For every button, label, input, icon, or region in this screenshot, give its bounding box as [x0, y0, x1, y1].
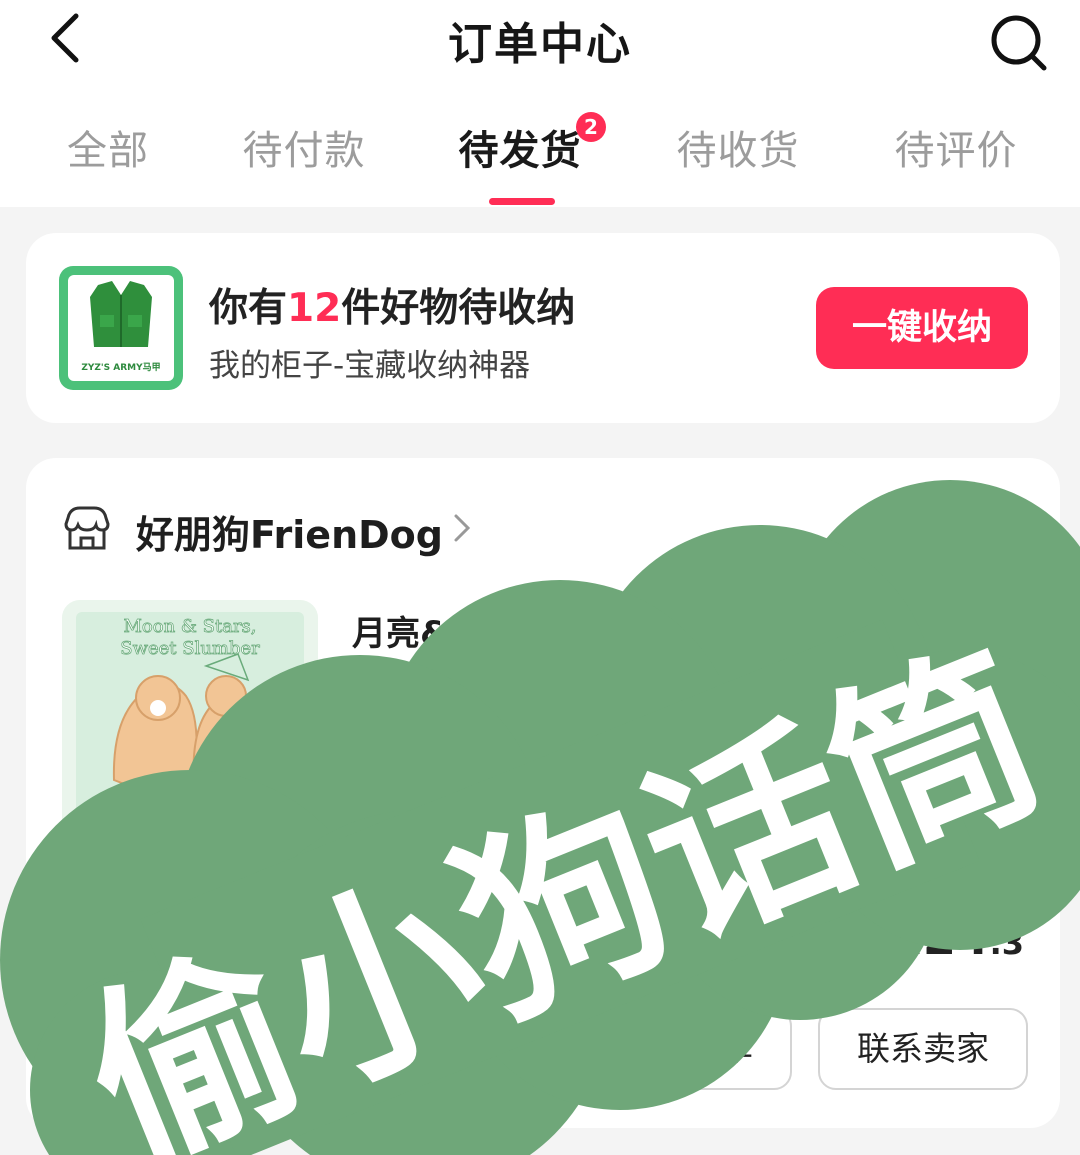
tab-label: 待评价: [894, 128, 1018, 174]
active-tab-indicator: [489, 198, 555, 205]
tab-pending-receipt[interactable]: 待收货: [648, 118, 828, 176]
search-icon[interactable]: [986, 12, 1050, 72]
page-title: 订单中心: [448, 19, 632, 70]
promo-thumb-label: ZYZ'S ARMY马甲: [81, 363, 161, 373]
tab-label: 待发货: [458, 128, 582, 174]
currency-symbol: ¥: [868, 927, 890, 962]
tab-label: 全部: [67, 128, 149, 174]
chevron-right-icon[interactable]: [450, 510, 474, 546]
product-illustration: Moon & Stars, Sweet Slumber 短款·披肩: [62, 600, 318, 854]
price-integer: 124: [889, 910, 990, 966]
tab-label: 待付款: [242, 128, 366, 174]
one-click-store-button[interactable]: 一键收纳: [816, 287, 1028, 369]
product-tag: 7天: [352, 730, 412, 770]
vest-image: ZYZ'S ARMY马甲: [68, 275, 174, 381]
product-image-line-1: Moon & Stars,: [123, 616, 256, 637]
product-image-line-3: 短款·披肩: [160, 806, 220, 822]
order-status: 待发货: [922, 512, 1024, 552]
tab-badge-count: 2: [576, 112, 606, 142]
price-label: 实付: [798, 927, 859, 962]
vest-icon: [90, 281, 152, 347]
promo-thumbnail: ZYZ'S ARMY马甲: [59, 266, 183, 390]
contact-seller-button[interactable]: 联系卖家: [818, 1008, 1028, 1090]
product-title[interactable]: 月亮&星星 · 祝你好梦: [352, 606, 690, 655]
top-bar: 订单中心 全部 待付款 待发货 2 待收货 待评价: [0, 0, 1080, 207]
product-spec: 短款 · 披肩 · L: [352, 678, 553, 714]
promo-title: 你有12件好物待收纳: [209, 277, 575, 333]
store-icon: [64, 506, 110, 550]
tab-pending-review[interactable]: 待评价: [866, 118, 1046, 176]
tab-all[interactable]: 全部: [18, 118, 198, 176]
promo-count: 12: [287, 286, 342, 331]
tab-pending-payment[interactable]: 待付款: [214, 118, 394, 176]
order-card: 好朋狗FrienDog 待发货 Moon & Stars, Sweet Slum…: [26, 458, 1060, 1128]
promo-title-prefix: 你有: [209, 286, 288, 331]
promo-title-suffix: 件好物待收纳: [341, 286, 576, 331]
order-tabs: 全部 待付款 待发货 2 待收货 待评价: [0, 112, 1080, 208]
tab-label: 待收货: [676, 128, 800, 174]
price-row: 实付 ¥124.3: [799, 910, 1025, 966]
reorder-button[interactable]: 再来一单: [582, 1008, 792, 1090]
promo-subtitle: 我的柜子-宝藏收纳神器: [209, 348, 531, 384]
product-image[interactable]: Moon & Stars, Sweet Slumber 短款·披肩: [62, 600, 318, 854]
price-decimal: .3: [989, 924, 1024, 962]
store-name[interactable]: 好朋狗FrienDog: [136, 504, 443, 559]
storage-promo-card[interactable]: ZYZ'S ARMY马甲 你有12件好物待收纳 我的柜子-宝藏收纳神器 一键收纳: [26, 233, 1060, 423]
